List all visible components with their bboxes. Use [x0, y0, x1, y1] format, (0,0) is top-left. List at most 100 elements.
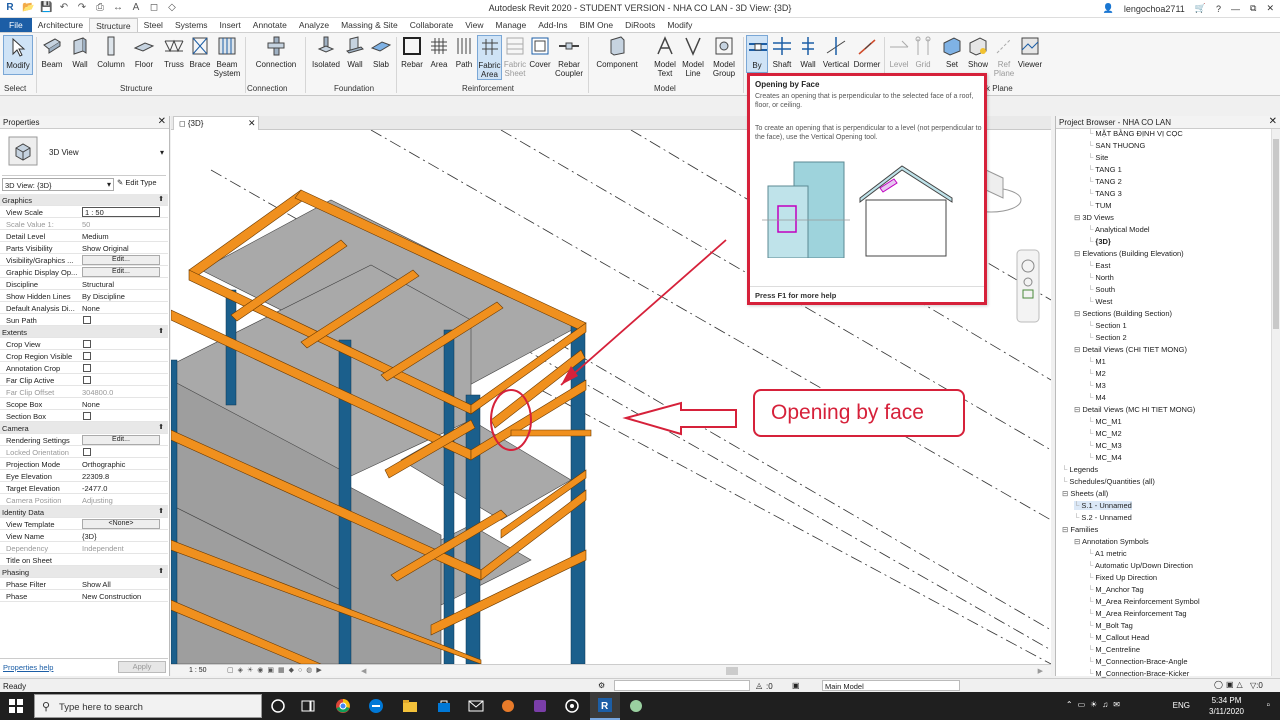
browser-item[interactable]: └ TANG 3: [1088, 189, 1122, 198]
tab-analyze[interactable]: Analyze: [293, 18, 335, 32]
browser-item[interactable]: └ Fixed Up Direction: [1088, 573, 1157, 582]
browser-item[interactable]: └ Site: [1088, 153, 1108, 162]
browser-item[interactable]: └ TANG 2: [1088, 177, 1122, 186]
modify-button[interactable]: Modify: [3, 35, 33, 75]
browser-item[interactable]: ⊟ Sheets (all): [1062, 489, 1108, 498]
browser-item[interactable]: └ MC_M3: [1088, 441, 1122, 450]
isolated-button[interactable]: Isolated: [310, 35, 342, 69]
browser-item[interactable]: ⊟ Detail Views (MC HI TIET MONG): [1074, 405, 1195, 414]
connection-button[interactable]: Connection: [252, 35, 300, 69]
properties-close-icon[interactable]: ✕: [158, 116, 166, 127]
opening-by-face-button[interactable]: By: [746, 35, 768, 73]
tab-annotate[interactable]: Annotate: [247, 18, 293, 32]
column-button[interactable]: Column: [96, 35, 126, 69]
browser-item[interactable]: └ M_Connection-Brace-Angle: [1088, 657, 1188, 666]
media-icon[interactable]: [564, 698, 580, 714]
tab-structure[interactable]: Structure: [89, 18, 138, 32]
property-section[interactable]: Identity Data ⬆: [0, 506, 168, 518]
user-icon[interactable]: 👤: [1103, 3, 1114, 14]
apply-button[interactable]: Apply: [118, 661, 166, 673]
property-value[interactable]: New Construction: [82, 592, 141, 601]
close-tab-icon[interactable]: ✕: [248, 117, 256, 130]
design-option-select[interactable]: Main Model: [822, 680, 960, 691]
close-button[interactable]: ✕: [1266, 3, 1274, 14]
collapse-icon[interactable]: ⬆: [158, 327, 164, 335]
task-view-icon[interactable]: [300, 698, 316, 714]
browser-item[interactable]: ⊟ Elevations (Building Elevation): [1074, 249, 1184, 258]
browser-item[interactable]: └ M1: [1088, 357, 1106, 366]
model-group-button[interactable]: Model Group: [708, 35, 740, 78]
browser-item[interactable]: └ SAN THUONG: [1088, 141, 1145, 150]
revit-taskbar-button[interactable]: R: [590, 692, 620, 720]
paint-icon[interactable]: [628, 698, 644, 714]
store-icon[interactable]: [436, 698, 452, 714]
browser-item[interactable]: └ M_Centreline: [1088, 645, 1140, 654]
property-value[interactable]: None: [82, 304, 100, 313]
property-edit-button[interactable]: Edit...: [82, 435, 160, 445]
property-edit-button[interactable]: <None>: [82, 519, 160, 529]
shaft-button[interactable]: Shaft: [770, 35, 794, 69]
path-reinforcement-button[interactable]: Path: [452, 35, 476, 69]
collapse-icon[interactable]: ⬆: [158, 567, 164, 575]
property-edit-button[interactable]: Edit...: [82, 267, 160, 277]
selection-toggles[interactable]: ◯▣△: [1214, 680, 1246, 689]
browser-item[interactable]: └ Legends: [1062, 465, 1098, 474]
property-checkbox[interactable]: [83, 316, 91, 324]
property-value[interactable]: 22309.8: [82, 472, 109, 481]
property-value[interactable]: Show All: [82, 580, 111, 589]
property-value[interactable]: -2477.0: [82, 484, 107, 493]
browser-item[interactable]: └ Automatic Up/Down Direction: [1088, 561, 1193, 570]
browser-item[interactable]: └ Section 2: [1088, 333, 1127, 342]
tab-file[interactable]: File: [0, 18, 32, 32]
design-options-icon[interactable]: ▣: [792, 681, 800, 690]
set-work-plane-button[interactable]: Set: [940, 35, 964, 69]
dormer-button[interactable]: Dormer: [852, 35, 882, 69]
property-value[interactable]: Structural: [82, 280, 114, 289]
browser-item[interactable]: └ M_Connection-Brace-Kicker: [1088, 669, 1189, 678]
browser-item[interactable]: ⊟ Annotation Symbols: [1074, 537, 1149, 546]
model-text-button[interactable]: Model Text: [652, 35, 678, 78]
browser-item[interactable]: └ MC_M2: [1088, 429, 1122, 438]
scroll-left-icon[interactable]: ◀: [361, 667, 366, 675]
browser-item[interactable]: └ {3D}: [1088, 237, 1111, 246]
collapse-icon[interactable]: ⬆: [158, 507, 164, 515]
browser-scrollbar[interactable]: [1271, 129, 1280, 676]
tab-architecture[interactable]: Architecture: [32, 18, 89, 32]
property-section[interactable]: Phasing ⬆: [0, 566, 168, 578]
tab-collaborate[interactable]: Collaborate: [404, 18, 459, 32]
view-control-icons[interactable]: ▢◈☀◉▣▦◆○◍▶: [227, 666, 326, 674]
truss-button[interactable]: Truss: [162, 35, 186, 69]
property-value[interactable]: None: [82, 400, 100, 409]
browser-item[interactable]: └ S.2 - Unnamed: [1074, 513, 1132, 522]
system-tray-icons[interactable]: ⌃▭☀♫✉: [1066, 700, 1125, 709]
browser-item[interactable]: └ MC_M4: [1088, 453, 1122, 462]
worksets-icon[interactable]: ⚙: [598, 681, 605, 690]
edge-icon[interactable]: [368, 698, 384, 714]
browser-item[interactable]: └ Schedules/Quantities (all): [1062, 477, 1155, 486]
model-line-button[interactable]: Model Line: [680, 35, 706, 78]
browser-item[interactable]: └ Section 1: [1088, 321, 1127, 330]
property-value[interactable]: 50: [82, 220, 90, 229]
property-value[interactable]: {3D}: [82, 532, 97, 541]
property-section[interactable]: Extents ⬆: [0, 326, 168, 338]
browser-item[interactable]: └ S.1 - Unnamed: [1074, 501, 1132, 510]
tab-diroots[interactable]: DiRoots: [619, 18, 661, 32]
file-explorer-icon[interactable]: [402, 698, 418, 714]
vertical-opening-button[interactable]: Vertical: [821, 35, 851, 69]
area-reinforcement-button[interactable]: Area: [427, 35, 451, 69]
wall-button[interactable]: Wall: [68, 35, 92, 69]
notification-icon[interactable]: ▫: [1266, 700, 1270, 711]
browser-item[interactable]: └ M3: [1088, 381, 1106, 390]
rebar-button[interactable]: Rebar: [400, 35, 424, 69]
browser-item[interactable]: ⊟ Families: [1062, 525, 1098, 534]
type-dropdown-icon[interactable]: ▾: [160, 148, 164, 157]
cart-icon[interactable]: 🛒: [1195, 3, 1206, 14]
fabric-area-button[interactable]: Fabric Area: [477, 35, 502, 80]
beam-button[interactable]: Beam: [40, 35, 64, 69]
group-select-label[interactable]: Select: [4, 84, 26, 93]
browser-item[interactable]: └ M_Anchor Tag: [1088, 585, 1144, 594]
floor-button[interactable]: Floor: [131, 35, 157, 69]
edit-type-button[interactable]: ✎ Edit Type: [117, 178, 167, 191]
view-tab-3d[interactable]: ◻ {3D} ✕: [173, 116, 259, 130]
browser-item[interactable]: └ Analytical Model: [1088, 225, 1150, 234]
